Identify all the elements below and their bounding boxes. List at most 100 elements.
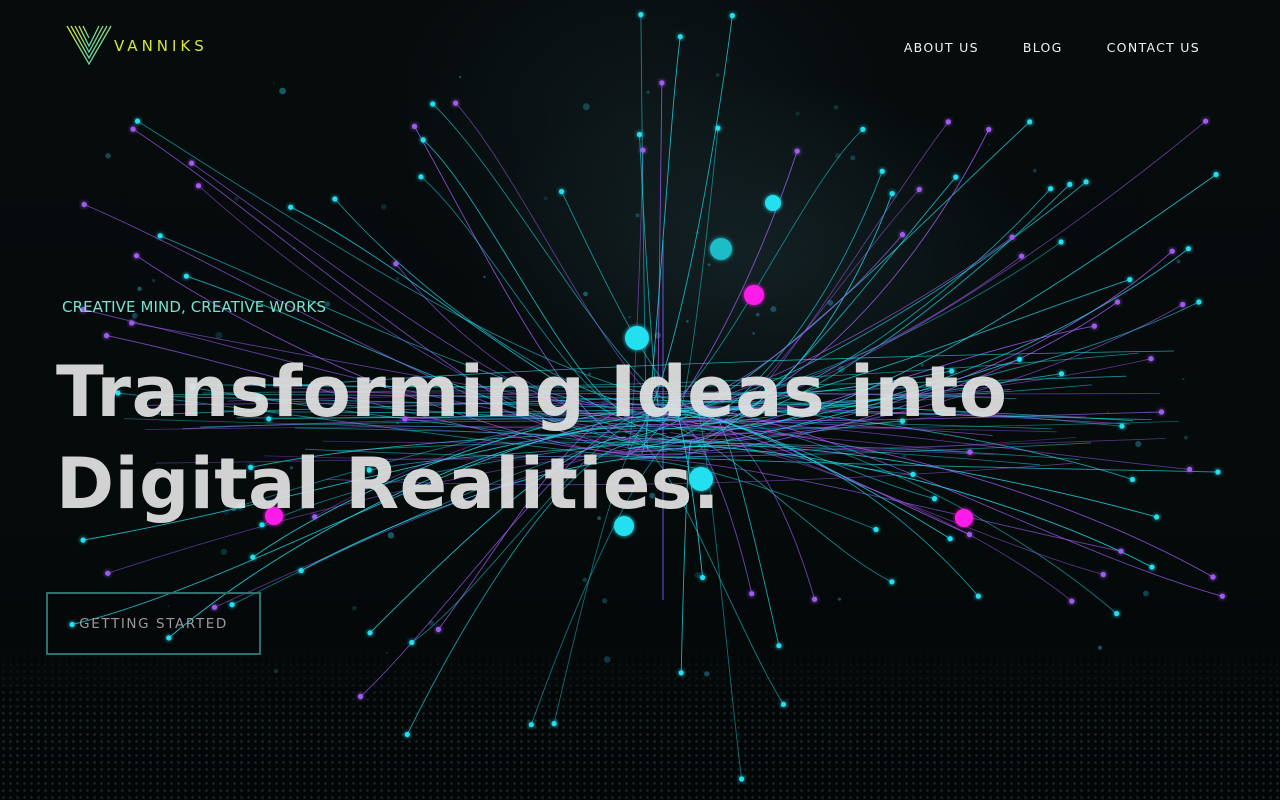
network-node: [1219, 593, 1225, 599]
bokeh-dot: [273, 668, 279, 674]
bokeh-dot: [582, 577, 587, 582]
network-node: [298, 568, 304, 574]
bokeh-dot: [686, 320, 689, 323]
network-node: [659, 80, 665, 86]
network-node: [80, 537, 86, 543]
bokeh-dot: [987, 143, 991, 147]
network-node: [1118, 548, 1124, 554]
network-node: [945, 119, 951, 125]
bokeh-dot: [850, 155, 856, 161]
network-node: [157, 233, 163, 239]
bokeh-dot: [220, 548, 228, 556]
network-node: [975, 593, 981, 599]
network-node: [776, 643, 782, 649]
network-node: [729, 13, 736, 19]
network-node: [677, 34, 683, 40]
glowing-node: [710, 238, 732, 260]
network-node: [889, 191, 895, 197]
network-node: [1114, 611, 1120, 617]
network-node: [916, 186, 922, 193]
network-node: [189, 160, 195, 166]
headline-line-1: Transforming Ideas into: [56, 351, 1008, 433]
network-node: [966, 531, 973, 538]
network-node: [411, 123, 418, 129]
network-node: [1158, 409, 1165, 415]
network-node: [1067, 181, 1073, 187]
bokeh-dot: [795, 111, 800, 116]
network-node: [357, 693, 364, 700]
network-node: [103, 333, 110, 339]
bokeh-dot: [152, 278, 156, 283]
network-node: [332, 196, 338, 202]
network-node: [1129, 476, 1136, 483]
network-node: [947, 536, 953, 542]
bokeh-dot: [105, 153, 111, 159]
bokeh-dot: [543, 196, 548, 201]
bokeh-dot: [1184, 435, 1188, 440]
bokeh-dot: [707, 263, 711, 267]
bokeh-dot: [215, 331, 223, 339]
bokeh-dot: [756, 313, 760, 317]
main-nav: ABOUT US BLOG CONTACT US: [904, 40, 1200, 55]
network-node: [889, 579, 895, 585]
nav-about-us[interactable]: ABOUT US: [904, 40, 979, 55]
bokeh-dot: [752, 332, 755, 335]
bokeh-dot: [635, 213, 640, 218]
network-node: [899, 232, 906, 238]
getting-started-button[interactable]: GETTING STARTED: [46, 592, 261, 655]
network-node: [700, 574, 706, 581]
bokeh-dot: [770, 306, 777, 313]
network-node: [81, 201, 87, 208]
bokeh-dot: [459, 75, 462, 79]
network-node: [453, 100, 459, 106]
bokeh-dot: [385, 652, 388, 654]
bokeh-dot: [272, 82, 276, 85]
hero-tagline: CREATIVE MIND, CREATIVE WORKS: [62, 298, 327, 316]
network-node: [860, 126, 866, 132]
network-node: [409, 639, 415, 646]
bokeh-dot: [715, 73, 720, 77]
network-node: [1009, 234, 1015, 240]
network-node: [105, 570, 111, 576]
hero-headline: Transforming Ideas into Digital Realitie…: [56, 346, 1007, 530]
bokeh-dot: [1182, 377, 1185, 381]
network-node: [288, 204, 294, 210]
bokeh-dot: [694, 571, 701, 579]
network-node: [528, 722, 534, 728]
network-node: [1058, 239, 1064, 245]
network-node: [1215, 469, 1221, 475]
nav-contact-us[interactable]: CONTACT US: [1107, 40, 1200, 55]
network-node: [1091, 323, 1097, 329]
network-node: [636, 131, 643, 138]
bokeh-dot: [837, 597, 842, 601]
network-node: [715, 125, 721, 131]
nav-blog[interactable]: BLOG: [1023, 40, 1063, 55]
network-node: [420, 137, 426, 143]
network-node: [195, 183, 202, 189]
bokeh-dot: [395, 276, 400, 281]
bokeh-dot: [583, 291, 588, 297]
network-node: [404, 731, 410, 738]
bokeh-dot: [704, 671, 710, 677]
network-node: [749, 591, 755, 597]
logo-wordmark: VANNIKS: [114, 37, 208, 55]
network-node: [1048, 186, 1054, 192]
bokeh-dot: [628, 316, 631, 319]
network-node: [879, 168, 885, 174]
network-node: [812, 596, 818, 602]
network-node: [1203, 118, 1209, 124]
network-node: [1210, 574, 1216, 580]
network-node: [1149, 564, 1155, 570]
network-node: [1017, 356, 1023, 362]
network-node: [1154, 514, 1160, 520]
bokeh-dot: [137, 286, 142, 291]
network-node: [1069, 598, 1075, 604]
network-node: [430, 101, 436, 107]
network-node: [418, 174, 424, 180]
glowing-node: [744, 285, 764, 305]
logo[interactable]: VANNIKS: [66, 24, 208, 66]
bokeh-dot: [279, 87, 286, 95]
network-node: [1187, 466, 1193, 472]
network-node: [638, 12, 644, 18]
bokeh-dot: [483, 275, 486, 279]
